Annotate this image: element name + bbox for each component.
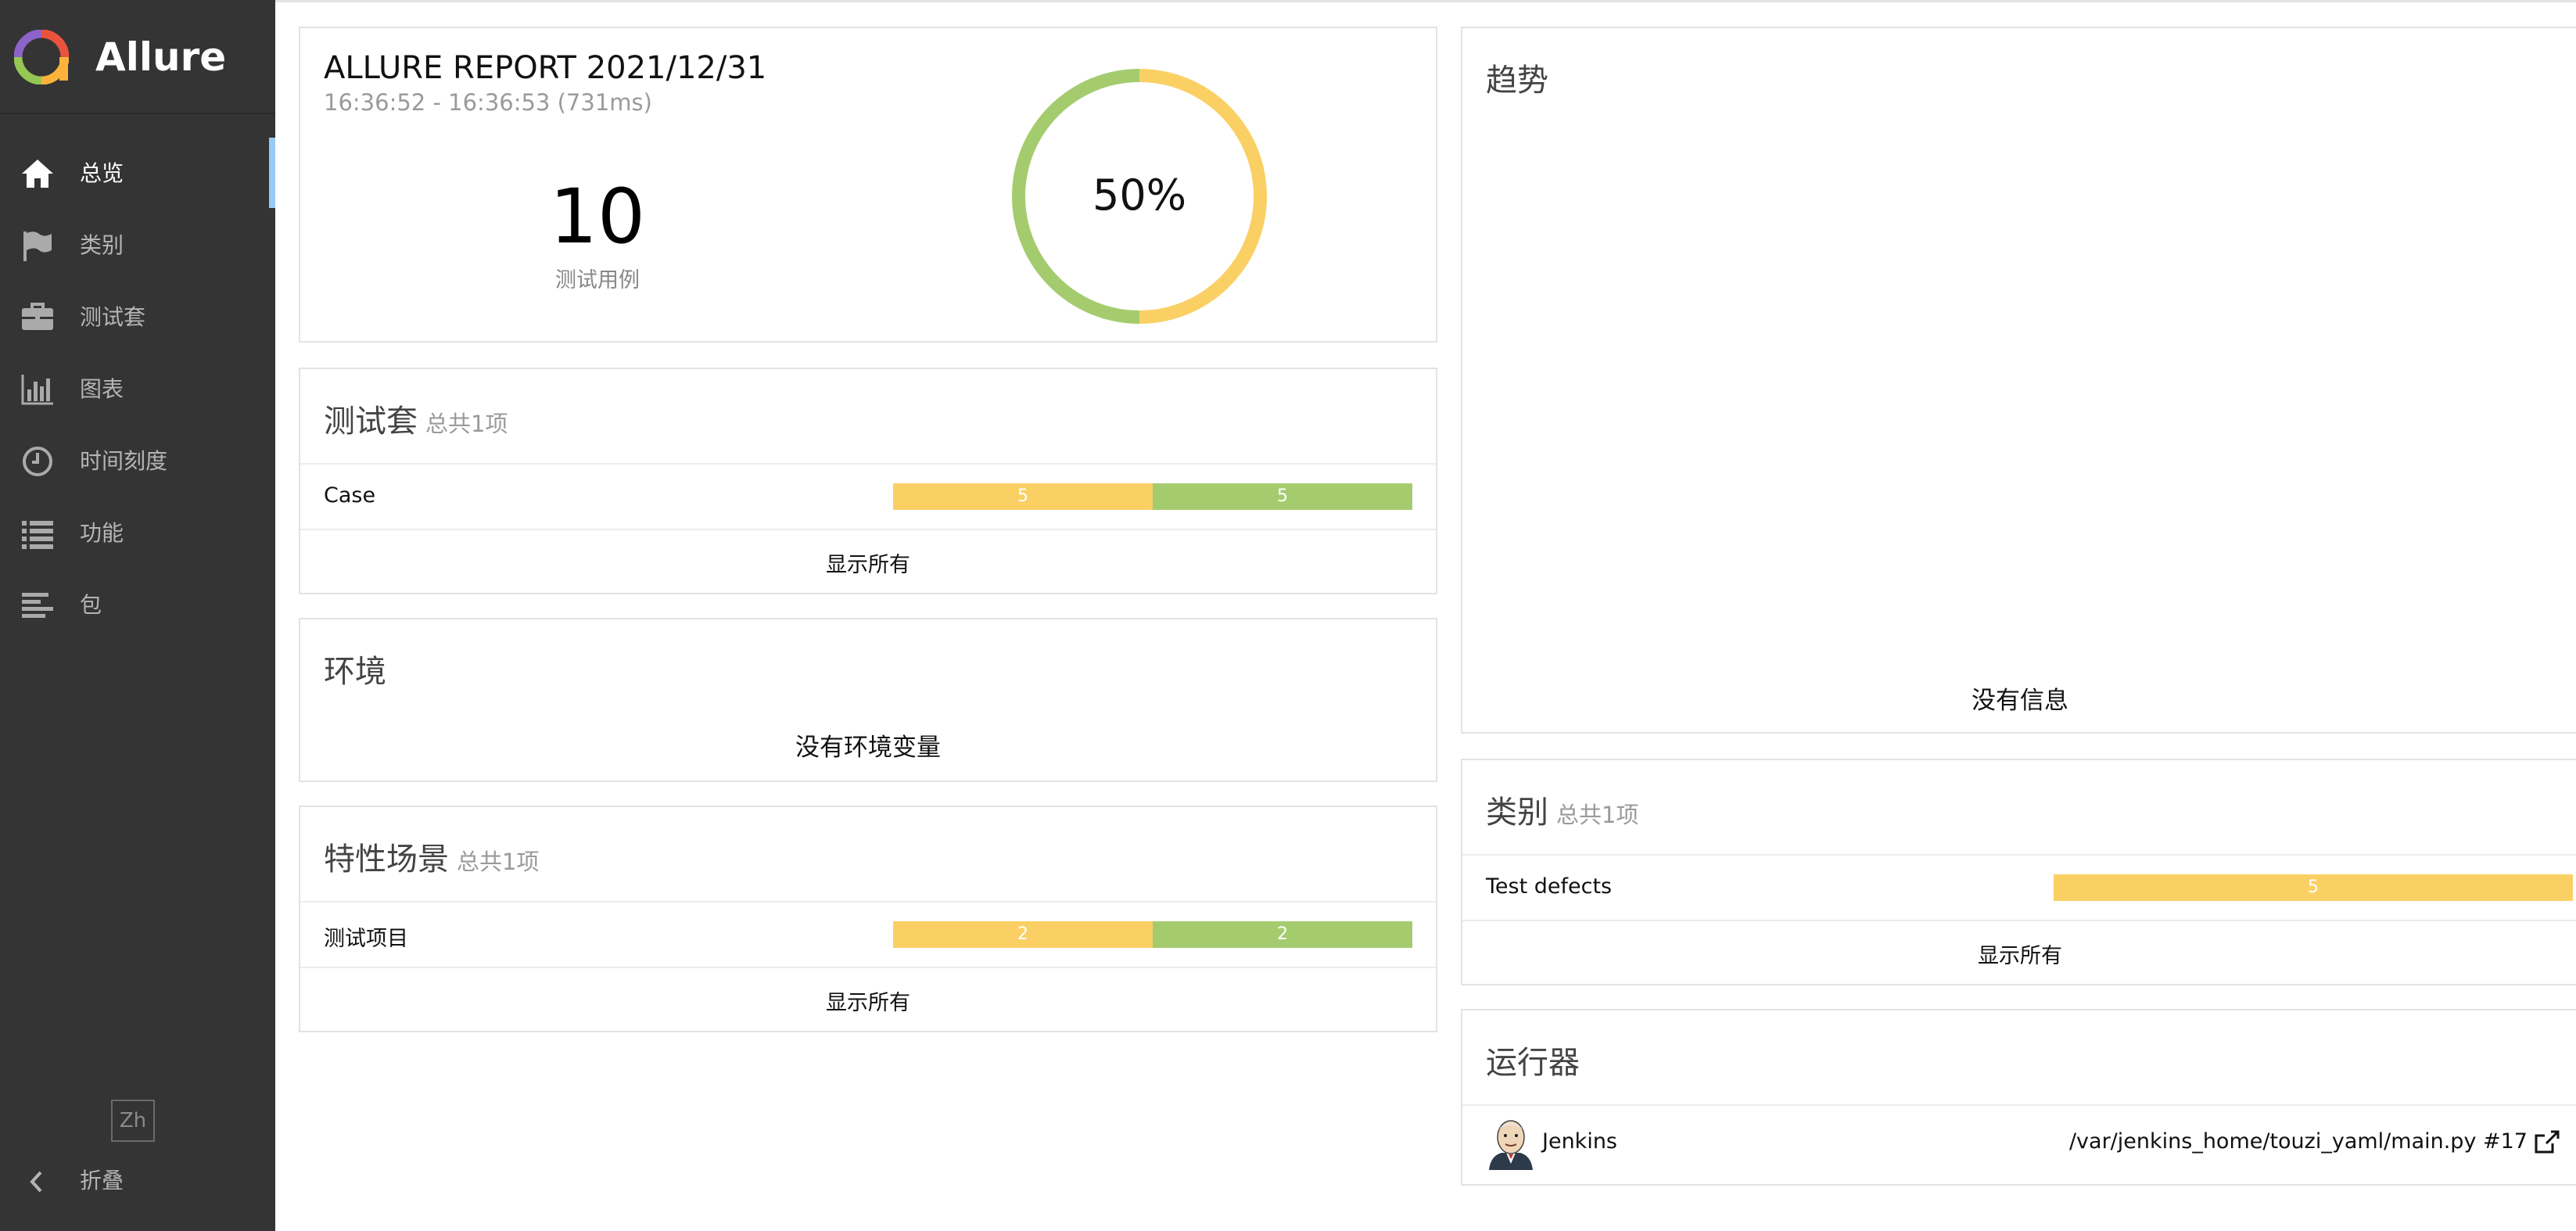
- brand[interactable]: Allure: [0, 0, 275, 114]
- brand-name: Allure: [95, 34, 227, 80]
- categories-total: 总共1项: [1556, 802, 1639, 828]
- home-icon: [22, 160, 53, 188]
- categories-title: 类别 总共1项: [1486, 787, 1638, 832]
- nav-item-overview[interactable]: 总览: [0, 138, 275, 208]
- environment-empty-message: 没有环境变量: [795, 734, 941, 762]
- report-title: ALLURE REPORT 2021/12/31: [324, 50, 767, 86]
- nav-item-label: 包: [80, 592, 102, 618]
- trend-empty-message: 没有信息: [1971, 687, 2068, 715]
- nav-item-categories[interactable]: 类别: [0, 210, 275, 280]
- suite-name: Case: [324, 483, 376, 508]
- features-title-text: 特性场景: [324, 842, 449, 877]
- chevron-left-icon: [30, 1171, 42, 1193]
- external-link-icon[interactable]: [2534, 1129, 2560, 1154]
- trend-widget: 趋势 没有信息: [1461, 27, 2576, 734]
- environment-widget: 环境 没有环境变量: [299, 618, 1437, 782]
- environment-title: 环境: [324, 654, 386, 690]
- nav-item-suites[interactable]: 测试套: [0, 282, 275, 352]
- list-icon: [22, 521, 53, 549]
- report-time-range: 16:36:52 - 16:36:53 (731ms): [324, 89, 652, 116]
- collapse-button[interactable]: 折叠: [0, 1150, 275, 1212]
- suites-title: 测试套 总共1项: [324, 396, 508, 441]
- clock-icon: [23, 447, 52, 476]
- nav-item-label: 类别: [80, 232, 124, 258]
- executor-build-link[interactable]: /var/jenkins_home/touzi_yaml/main.py #17: [2069, 1129, 2528, 1154]
- bar-chart-icon: [21, 375, 53, 405]
- bar-segment-passed[interactable]: 5: [1153, 483, 1412, 510]
- divider: [1462, 920, 2576, 921]
- status-donut-chart[interactable]: 50%: [1010, 67, 1268, 325]
- divider: [300, 529, 1436, 530]
- donut-percent-label: 50%: [1092, 170, 1186, 220]
- jenkins-avatar-icon: [1489, 1120, 1533, 1170]
- testcase-count-label: 测试用例: [555, 268, 640, 292]
- executors-title: 运行器: [1486, 1045, 1580, 1081]
- features-total: 总共1项: [457, 849, 540, 875]
- briefcase-icon: [22, 303, 53, 330]
- feature-row[interactable]: 测试项目 2 2: [300, 903, 1436, 967]
- top-border: [275, 0, 2576, 2]
- suites-widget: 测试套 总共1项 Case 5 5 显示所有: [299, 368, 1437, 594]
- nav-item-label: 总览: [80, 160, 124, 186]
- executor-name: Jenkins: [1542, 1129, 1618, 1154]
- sidebar: Allure 总览 类别 测试套 图表 时间刻度 功能 包 Zh 折叠: [0, 0, 275, 1231]
- allure-logo-icon: [14, 30, 69, 84]
- categories-widget: 类别 总共1项 Test defects 5 显示所有: [1461, 759, 2576, 985]
- suites-title-text: 测试套: [324, 404, 418, 440]
- testcase-count: 10: [549, 173, 646, 260]
- features-show-all-link[interactable]: 显示所有: [300, 985, 1436, 1016]
- category-row[interactable]: Test defects 5: [1462, 856, 2576, 920]
- nav-item-label: 功能: [80, 520, 124, 546]
- suites-total: 总共1项: [425, 411, 508, 437]
- trend-title: 趋势: [1486, 63, 1548, 99]
- categories-title-text: 类别: [1486, 795, 1548, 831]
- align-left-icon: [22, 593, 53, 618]
- suite-row[interactable]: Case 5 5: [300, 465, 1436, 529]
- nav-item-label: 测试套: [80, 304, 146, 330]
- executor-row[interactable]: Jenkins /var/jenkins_home/touzi_yaml/mai…: [1462, 1106, 2576, 1184]
- nav-item-behaviors[interactable]: 功能: [0, 497, 275, 568]
- bar-segment-broken[interactable]: 2: [893, 921, 1153, 948]
- nav-item-label: 图表: [80, 376, 124, 402]
- bar-segment-passed[interactable]: 2: [1153, 921, 1412, 948]
- features-widget: 特性场景 总共1项 测试项目 2 2 显示所有: [299, 806, 1437, 1032]
- divider: [300, 967, 1436, 968]
- features-title: 特性场景 总共1项: [324, 834, 539, 879]
- nav-item-timeline[interactable]: 时间刻度: [0, 425, 275, 496]
- nav-item-graphs[interactable]: 图表: [0, 354, 275, 424]
- nav-item-packages[interactable]: 包: [0, 569, 275, 640]
- bar-segment-product-defects[interactable]: 5: [2054, 874, 2573, 901]
- category-name: Test defects: [1486, 874, 1613, 899]
- feature-name: 测试项目: [324, 927, 408, 951]
- flag-icon: [23, 231, 52, 261]
- summary-widget: ALLURE REPORT 2021/12/31 16:36:52 - 16:3…: [299, 27, 1437, 343]
- language-button[interactable]: Zh: [111, 1100, 155, 1142]
- collapse-label: 折叠: [80, 1168, 124, 1193]
- executors-widget: 运行器 Jenkins /var/jenkins_home/touzi_yaml…: [1461, 1009, 2576, 1186]
- categories-show-all-link[interactable]: 显示所有: [1462, 939, 2576, 969]
- suites-show-all-link[interactable]: 显示所有: [300, 547, 1436, 578]
- bar-segment-broken[interactable]: 5: [893, 483, 1153, 510]
- nav-item-label: 时间刻度: [80, 448, 168, 474]
